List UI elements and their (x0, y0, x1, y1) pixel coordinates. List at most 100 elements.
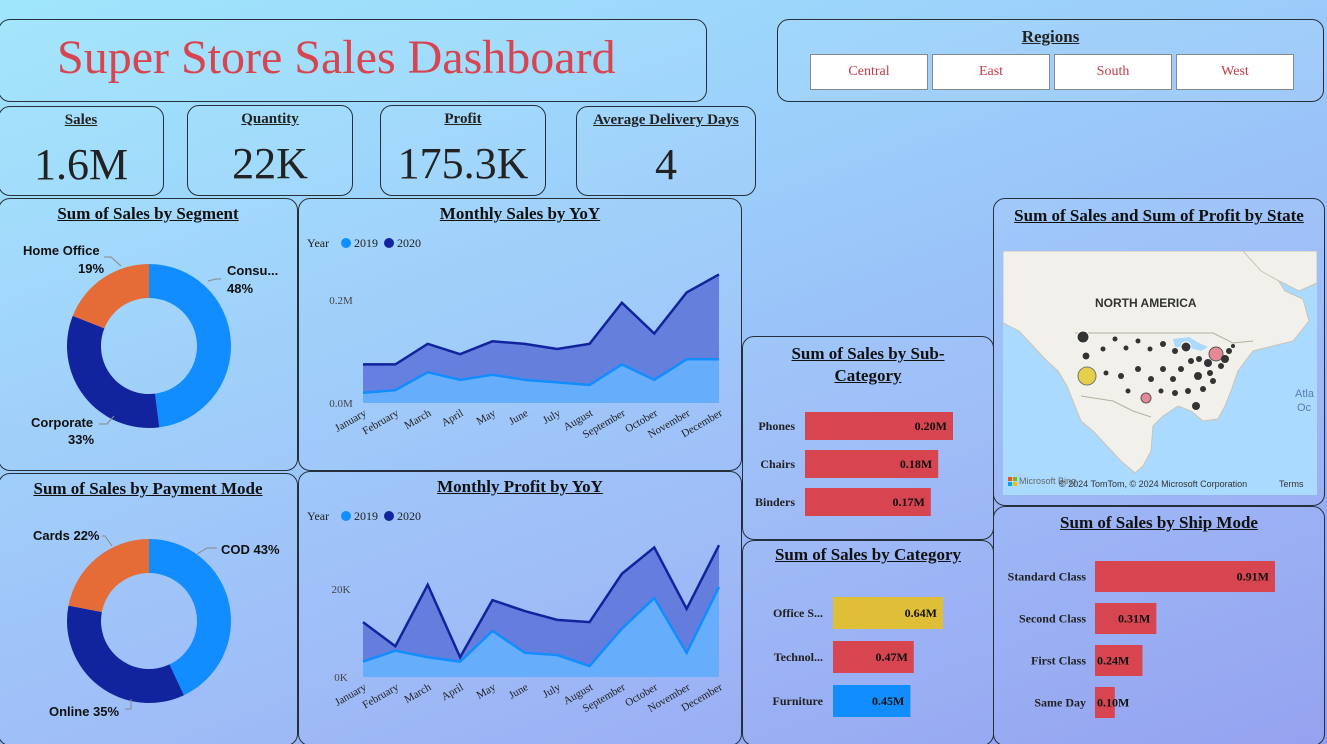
shipmode-bar-chart[interactable]: Standard Class 0.91M Second Class 0.31M Firs… (994, 507, 1325, 744)
legend-title: Year (307, 236, 329, 250)
state-bubble (1178, 366, 1184, 372)
segment-chart-panel: Sum of Sales by Segment Home Office 19% … (0, 198, 298, 471)
kpi-label: Sales (64, 112, 98, 128)
donut-slice-online[interactable] (67, 605, 184, 703)
state-bubble (1208, 346, 1224, 362)
kpi-value: 1.6M (33, 140, 129, 189)
legend-label-2020: 2020 (397, 509, 421, 523)
x-tick-label: March (402, 681, 433, 706)
state-bubble (1147, 346, 1153, 352)
shipmode-panel: Sum of Sales by Ship Mode Standard Class… (993, 506, 1325, 744)
kpi-label: Quantity (241, 111, 299, 127)
legend-label-2019: 2019 (354, 236, 378, 250)
state-bubble (1170, 376, 1176, 382)
legend-marker-2020 (384, 511, 394, 521)
bar-category-label: Office S... (773, 606, 823, 620)
segment-label-corporate: Corporate (31, 415, 93, 430)
bar-value-label: 0.91M (1237, 570, 1269, 584)
map-panel: Sum of Sales and Sum of Profit by State … (993, 198, 1325, 506)
legend-label-2020: 2020 (397, 236, 421, 250)
segment-pct-consumer: 48% (227, 281, 253, 296)
payment-label-cod: COD 43% (221, 542, 280, 557)
x-tick-label: June (507, 407, 531, 428)
category-bar-chart[interactable]: Office S... 0.64M Technol... 0.47M Furniture… (743, 541, 994, 744)
state-bubble (1196, 356, 1202, 362)
state-bubble (1140, 392, 1152, 404)
bar-value-label: 0.45M (872, 694, 904, 708)
bar-category-label: Second Class (1019, 612, 1086, 626)
state-map[interactable]: NORTH AMERICA Atla Oc Microsoft Bing © 2… (1003, 251, 1317, 495)
bar-value-label: 0.31M (1118, 612, 1150, 626)
state-bubble (1207, 370, 1213, 376)
bar-category-label: Furniture (773, 694, 824, 708)
bar-category-label: Chairs (760, 457, 795, 471)
region-button-central[interactable]: Central (810, 54, 928, 90)
state-bubble (1123, 345, 1129, 351)
state-bubble (1226, 348, 1232, 354)
bar-value-label: 0.18M (900, 457, 932, 471)
legend-marker-2019 (341, 511, 351, 521)
x-tick-label: May (474, 407, 498, 428)
bar-value-label: 0.24M (1097, 654, 1129, 668)
region-button-west[interactable]: West (1176, 54, 1294, 90)
x-tick-label: May (474, 681, 498, 702)
segment-donut[interactable]: Home Office 19% Consu... 48% Corporate 3… (0, 199, 298, 471)
y-tick-label: 20K (332, 584, 351, 596)
segment-pct-home-office: 19% (78, 261, 104, 276)
monthly-sales-chart[interactable]: Year 2019 2020 0.0M0.2MJanuaryFebruary Ma… (299, 199, 742, 471)
bar-category-label: Standard Class (1008, 570, 1087, 584)
bar-value-label: 0.17M (892, 495, 924, 509)
y-tick-label: 0K (334, 672, 348, 684)
kpi-card-quantity: Quantity 22K (187, 105, 353, 196)
region-button-east[interactable]: East (932, 54, 1050, 90)
donut-slice-cards[interactable] (68, 539, 149, 613)
state-bubble (1100, 346, 1106, 352)
legend-marker-2020 (384, 238, 394, 248)
x-tick-label: July (541, 681, 563, 701)
x-tick-label: April (439, 407, 465, 429)
state-bubble (1125, 388, 1131, 394)
kpi-label: Profit (444, 111, 482, 127)
region-button-south[interactable]: South (1054, 54, 1172, 90)
title-panel: Super Store Sales Dashboard (0, 19, 707, 102)
x-tick-label: February (360, 681, 401, 711)
state-bubble (1076, 330, 1090, 344)
state-bubble (1200, 386, 1206, 392)
state-bubble (1103, 370, 1109, 376)
bar-value-label: 0.47M (875, 650, 907, 664)
segment-pct-corporate: 33% (68, 432, 94, 447)
map-ocean-label-2: Oc (1297, 402, 1312, 414)
kpi-value: 4 (655, 140, 677, 189)
segment-label-home-office: Home Office (23, 243, 100, 258)
monthly-profit-chart[interactable]: Year 2019 2020 0K20KJanuaryFebruary March… (299, 472, 742, 744)
payment-donut[interactable]: Cards 22% COD 43% Online 35% (0, 474, 298, 744)
kpi-card-delivery: Average Delivery Days 4 (576, 106, 756, 196)
kpi-value: 22K (232, 139, 308, 188)
bar-value-label: 0.20M (915, 419, 947, 433)
map-terms-link[interactable]: Terms (1279, 479, 1304, 489)
bing-logo-icon (1008, 477, 1012, 481)
state-bubble (1185, 388, 1191, 394)
map-ocean-label-1: Atla (1295, 388, 1315, 400)
state-bubble (1160, 341, 1166, 347)
bar-value-label: 0.64M (905, 606, 937, 620)
state-bubble (1218, 363, 1224, 369)
state-bubble (1194, 372, 1202, 380)
state-bubble (1112, 336, 1118, 342)
map-title: Sum of Sales and Sum of Profit by State (1014, 206, 1304, 225)
x-tick-label: April (439, 681, 465, 703)
state-bubble (1081, 351, 1091, 361)
state-bubble (1148, 376, 1154, 382)
legend-label-2019: 2019 (354, 509, 378, 523)
map-region-label: NORTH AMERICA (1095, 296, 1197, 310)
x-tick-label: February (360, 407, 401, 437)
donut-slice-corporate[interactable] (67, 315, 160, 428)
payment-chart-panel: Sum of Sales by Payment Mode Cards 22% C… (0, 473, 298, 744)
legend-marker-2019 (341, 238, 351, 248)
subcategory-bar-chart[interactable]: Phones 0.20M Chairs 0.18M Binders 0.17M (743, 337, 994, 540)
legend-title: Year (307, 509, 329, 523)
bar-category-label: Technol... (774, 650, 823, 664)
page-title: Super Store Sales Dashboard (57, 31, 616, 84)
donut-slice-consu-[interactable] (149, 264, 232, 428)
regions-title: Regions (1021, 27, 1080, 46)
